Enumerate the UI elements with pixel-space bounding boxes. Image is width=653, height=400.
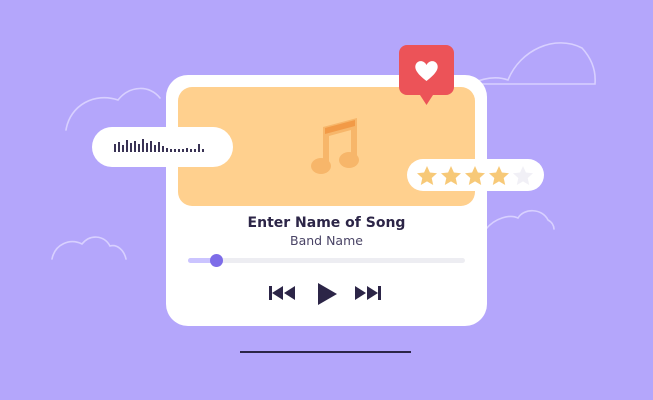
music-note-icon	[311, 118, 359, 174]
progress-bar[interactable]	[188, 254, 465, 267]
star-rating	[407, 159, 544, 191]
bottom-divider	[240, 351, 411, 353]
cloud-top-right	[469, 42, 596, 85]
audio-waveform-icon	[114, 139, 204, 152]
star-icon[interactable]	[465, 166, 485, 185]
music-player-card: Enter Name of Song Band Name	[166, 75, 487, 326]
song-title: Enter Name of Song	[247, 215, 406, 231]
cloud-top-left	[65, 87, 161, 131]
cloud-mid-right	[485, 209, 555, 230]
like-badge	[399, 45, 454, 105]
star-icon[interactable]	[417, 166, 437, 185]
star-icon[interactable]	[489, 166, 509, 185]
cloud-bottom-left	[51, 236, 127, 260]
play-icon	[318, 283, 337, 305]
star-icon[interactable]	[441, 166, 461, 185]
play-button[interactable]	[316, 282, 338, 310]
band-name: Band Name	[290, 233, 363, 248]
star-icon[interactable]	[513, 166, 533, 185]
skip-forward-icon	[355, 286, 381, 300]
next-button[interactable]	[354, 285, 382, 305]
audio-waveform-bubble	[92, 127, 233, 167]
previous-button[interactable]	[269, 285, 297, 305]
skip-back-icon	[269, 286, 295, 300]
progress-thumb[interactable]	[209, 254, 223, 267]
